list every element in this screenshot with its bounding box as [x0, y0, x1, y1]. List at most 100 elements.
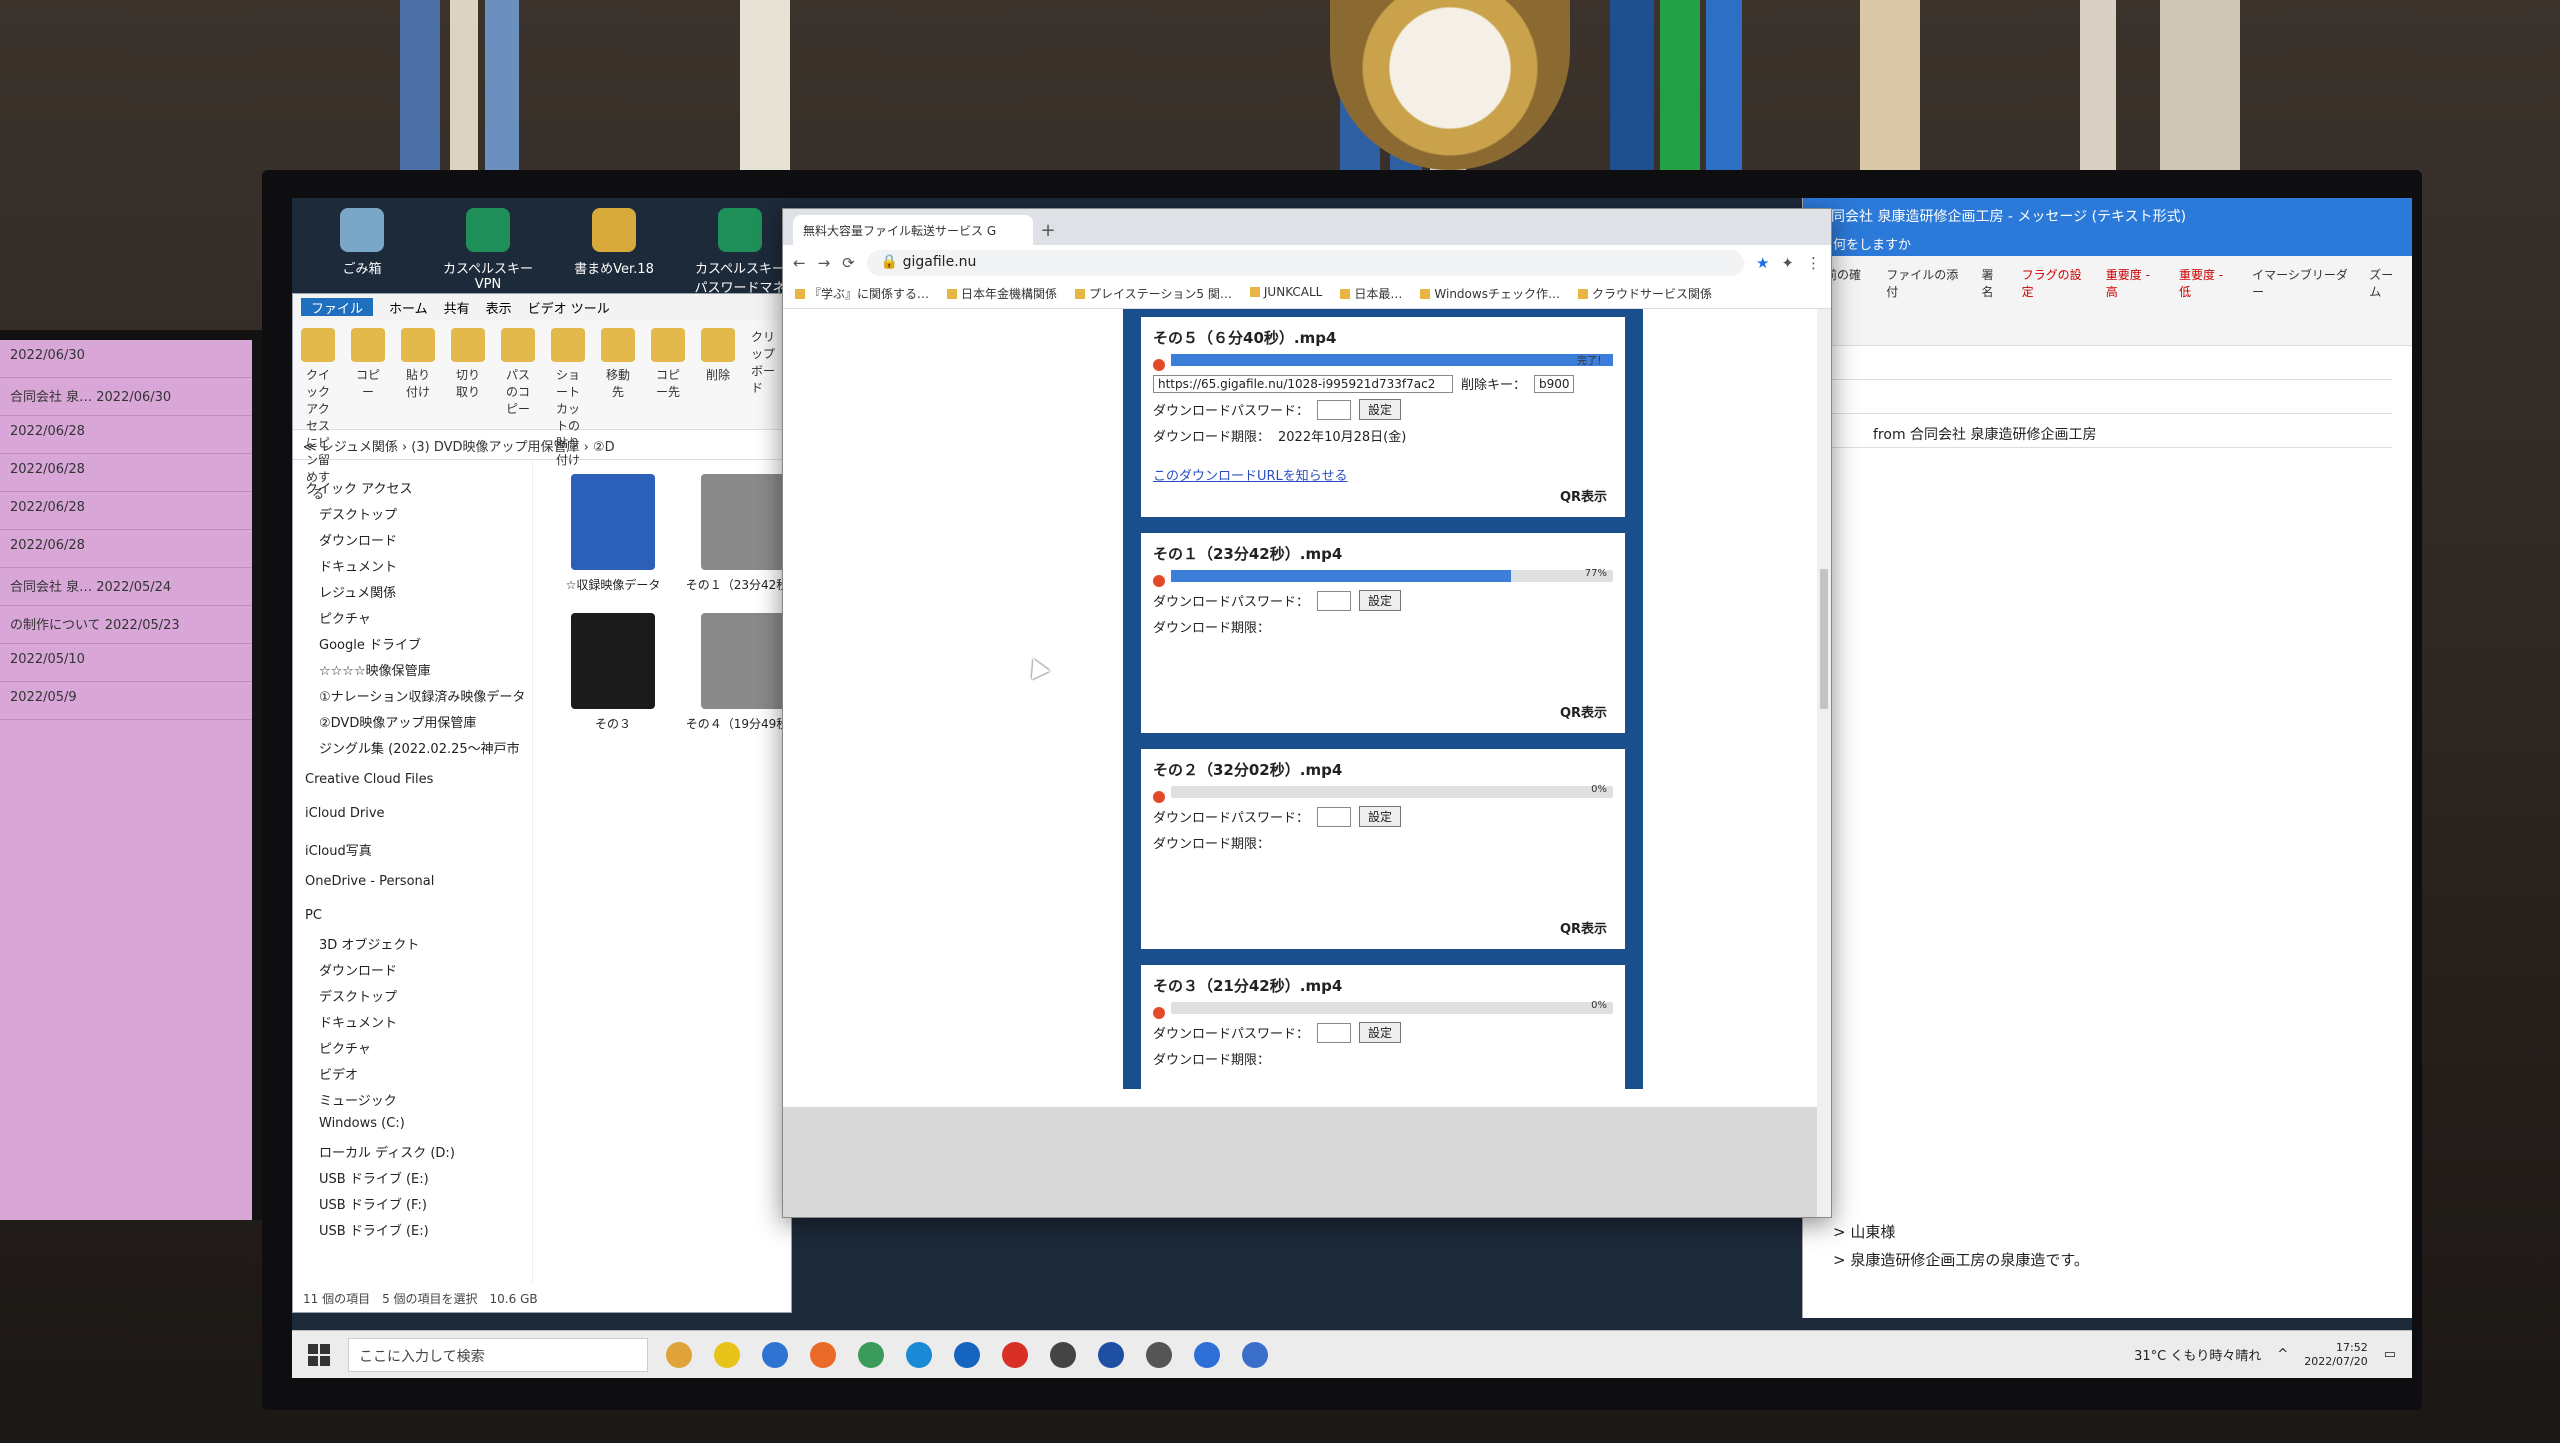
nav-item[interactable]: ①ナレーション収録済み映像データ: [293, 682, 532, 708]
nav-item[interactable]: iCloud Drive: [293, 802, 532, 828]
ribbon-tab[interactable]: 共有: [444, 298, 470, 317]
nav-item[interactable]: ピクチャ: [293, 1034, 532, 1060]
chevron-up-icon[interactable]: ^: [2277, 1347, 2288, 1362]
mail-list-item[interactable]: 2022/06/28: [0, 530, 252, 568]
set-password-button[interactable]: 設定: [1359, 806, 1402, 827]
nav-item[interactable]: ドキュメント: [293, 1008, 532, 1034]
nav-item[interactable]: デスクトップ: [293, 982, 532, 1008]
nav-item[interactable]: レジュメ関係: [293, 578, 532, 604]
mail-list-item[interactable]: 2022/06/28: [0, 416, 252, 454]
outlook-ribbon-item[interactable]: イマーシブリーダー: [2252, 266, 2351, 335]
mail-list-item[interactable]: 合同会社 泉… 2022/06/30: [0, 378, 252, 416]
bookmark-item[interactable]: クラウドサービス関係: [1578, 285, 1712, 304]
ribbon-button[interactable]: パスのコピー: [501, 328, 535, 421]
mail-list-item[interactable]: 合同会社 泉… 2022/05/24: [0, 568, 252, 606]
taskbar-app-icon[interactable]: [906, 1341, 932, 1368]
nav-item[interactable]: USB ドライブ (E:): [293, 1164, 532, 1190]
ribbon-tab[interactable]: 表示: [486, 298, 512, 317]
file-explorer-window[interactable]: ファイル ホーム 共有 表示 ビデオ ツール クイック アクセスにピン留めする コピー 貼り…: [292, 293, 800, 1313]
tab-gigafile[interactable]: 無料大容量ファイル転送サービス G: [793, 215, 1033, 245]
file-item[interactable]: ☆収録映像データ: [553, 474, 673, 593]
nav-item[interactable]: ピクチャ: [293, 604, 532, 630]
ribbon-button[interactable]: クイック アクセスにピン留めする: [301, 328, 335, 501]
cc-field[interactable]: [1823, 386, 2392, 414]
password-input[interactable]: [1317, 1022, 1352, 1043]
ribbon-tab[interactable]: ファイル: [301, 298, 374, 317]
taskbar-app-icon[interactable]: [858, 1341, 884, 1368]
qr-button[interactable]: QR表示: [1560, 486, 1607, 505]
weather-text[interactable]: 31°C くもり時々晴れ: [2134, 1345, 2261, 1364]
ribbon-tab[interactable]: ビデオ ツール: [528, 298, 610, 317]
mail-list-item[interactable]: 2022/05/10: [0, 644, 252, 682]
ribbon-button[interactable]: 削除: [701, 328, 735, 421]
reload-icon[interactable]: ⟳: [842, 254, 855, 272]
delete-key-field[interactable]: b900: [1534, 374, 1575, 393]
bookmark-item[interactable]: プレイステーション5 関…: [1075, 285, 1232, 304]
nav-item[interactable]: OneDrive - Personal: [293, 870, 532, 896]
qr-button[interactable]: QR表示: [1560, 702, 1607, 721]
download-url-field[interactable]: https://65.gigafile.nu/1028-i995921d733f…: [1153, 374, 1453, 393]
taskbar-app-icon[interactable]: [762, 1341, 788, 1368]
nav-item[interactable]: ダウンロード: [293, 956, 532, 982]
nav-item[interactable]: Google ドライブ: [293, 630, 532, 656]
ribbon-button[interactable]: コピー: [351, 328, 385, 421]
chrome-browser-window[interactable]: 無料大容量ファイル転送サービス G + ← → ⟳ 🔒 gigafile.nu …: [782, 208, 1832, 1218]
mail-list-item[interactable]: 2022/06/28: [0, 454, 252, 492]
nav-item[interactable]: ドキュメント: [293, 552, 532, 578]
taskbar-app-icon[interactable]: [666, 1341, 692, 1368]
mail-list-item[interactable]: 2022/05/9: [0, 682, 252, 720]
nav-item[interactable]: Windows (C:): [293, 1112, 532, 1138]
qr-button[interactable]: QR表示: [1560, 918, 1607, 937]
ribbon-button[interactable]: ショートカットの貼り付け: [551, 328, 585, 467]
password-input[interactable]: [1317, 399, 1352, 420]
menu-icon[interactable]: ⋮: [1806, 254, 1821, 272]
taskbar-app-icon[interactable]: [954, 1341, 980, 1368]
clock[interactable]: 17:52 2022/07/20: [2304, 1341, 2367, 1369]
share-url-link[interactable]: このダウンロードURLを知らせる: [1153, 465, 1348, 484]
stop-icon[interactable]: [1153, 359, 1165, 371]
message-body[interactable]: > 山東様 > 泉康造研修企画工房の泉康造です。: [1803, 1218, 2412, 1274]
set-password-button[interactable]: 設定: [1359, 399, 1402, 420]
taskbar-search-input[interactable]: ここに入力して検索: [348, 1337, 648, 1372]
mail-list-item[interactable]: 2022/06/28: [0, 492, 252, 530]
nav-item[interactable]: PC: [293, 904, 532, 930]
nav-item[interactable]: 3D オブジェクト: [293, 930, 532, 956]
bookmark-item[interactable]: 日本年金機構関係: [947, 285, 1057, 304]
tell-me-box[interactable]: 何をしますか: [1803, 230, 2412, 256]
taskbar-app-icon[interactable]: [714, 1341, 740, 1368]
password-input[interactable]: [1317, 806, 1352, 827]
bookmark-item[interactable]: 『学ぶ』に関係する…: [795, 285, 929, 304]
file-item[interactable]: その３: [553, 613, 673, 732]
bookmark-star-icon[interactable]: ★: [1756, 254, 1769, 272]
set-password-button[interactable]: 設定: [1359, 590, 1402, 611]
outlook-message-window[interactable]: 合同会社 泉康造研修企画工房 - メッセージ (テキスト形式) 何をしますか 名…: [1802, 198, 2412, 1318]
scrollbar-thumb[interactable]: [1820, 569, 1828, 709]
taskbar-app-icon[interactable]: [810, 1341, 836, 1368]
nav-item[interactable]: ローカル ディスク (D:): [293, 1138, 532, 1164]
new-tab-button[interactable]: +: [1033, 220, 1063, 245]
ribbon-tab[interactable]: ホーム: [389, 298, 428, 317]
taskbar-app-icon[interactable]: [1002, 1341, 1028, 1368]
stop-icon[interactable]: [1153, 575, 1165, 587]
ribbon-button[interactable]: 移動先: [601, 328, 635, 421]
stop-icon[interactable]: [1153, 1007, 1165, 1019]
outlook-ribbon-item[interactable]: ズーム: [2369, 266, 2402, 335]
ribbon-button[interactable]: コピー先: [651, 328, 685, 421]
nav-item[interactable]: クイック アクセス: [293, 474, 532, 500]
ribbon-button[interactable]: 切り取り: [451, 328, 485, 421]
taskbar-app-icon[interactable]: [1050, 1341, 1076, 1368]
set-password-button[interactable]: 設定: [1359, 1022, 1402, 1043]
back-icon[interactable]: ←: [793, 254, 806, 272]
nav-item[interactable]: デスクトップ: [293, 500, 532, 526]
from-field[interactable]: from 合同会社 泉康造研修企画工房: [1823, 420, 2392, 448]
nav-item[interactable]: ダウンロード: [293, 526, 532, 552]
mail-list-item[interactable]: 2022/06/30: [0, 340, 252, 378]
password-input[interactable]: [1317, 590, 1352, 611]
mail-list-item[interactable]: の制作について 2022/05/23: [0, 606, 252, 644]
ribbon-button[interactable]: 貼り付け: [401, 328, 435, 421]
extensions-icon[interactable]: ✦: [1781, 254, 1794, 272]
stop-icon[interactable]: [1153, 791, 1165, 803]
taskbar-app-icon[interactable]: [1194, 1341, 1220, 1368]
taskbar-app-icon[interactable]: [1146, 1341, 1172, 1368]
subject-field[interactable]: [1823, 352, 2392, 380]
